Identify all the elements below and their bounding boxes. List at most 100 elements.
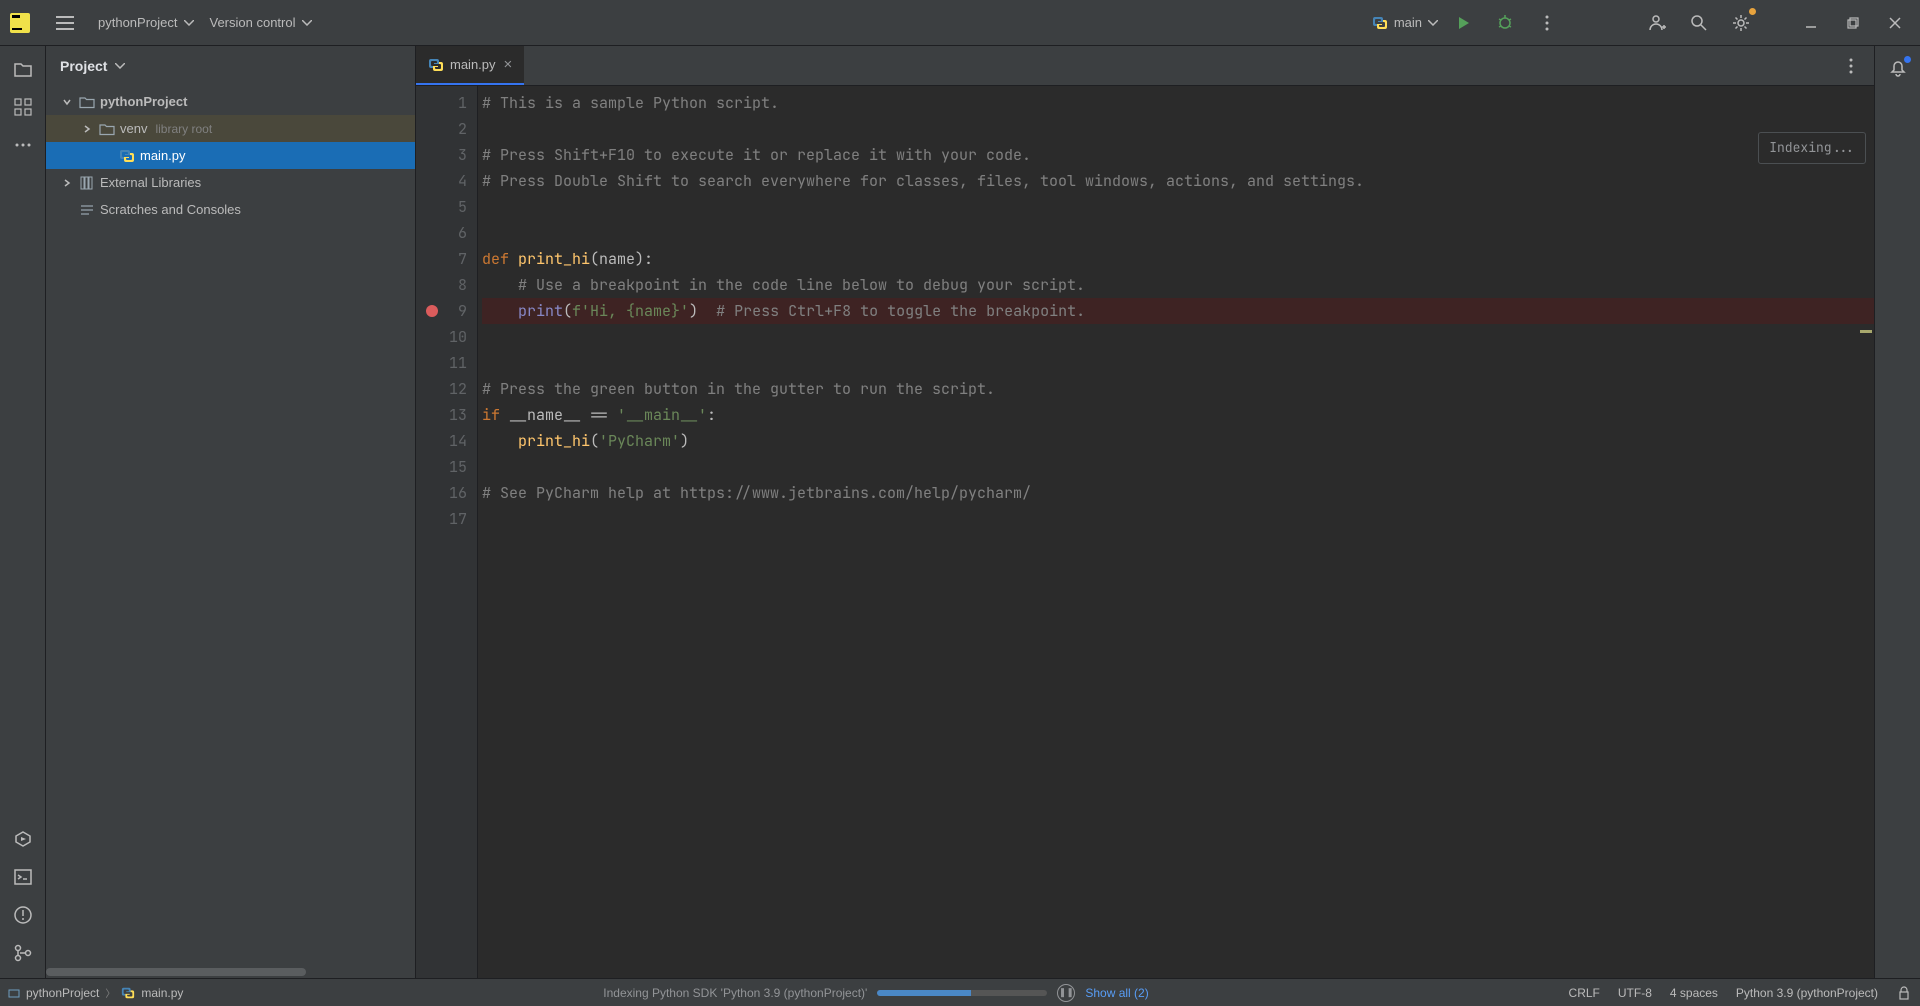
gutter[interactable]: 1234567891011121314151617 — [416, 86, 478, 978]
more-tools-button[interactable] — [6, 128, 40, 162]
project-name-label: pythonProject — [98, 15, 178, 30]
run-config-label: main — [1394, 15, 1422, 30]
project-panel-header[interactable]: Project — [46, 46, 415, 86]
code-line[interactable] — [482, 324, 1874, 350]
chevron-down-icon — [184, 20, 194, 26]
python-icon — [121, 986, 135, 1000]
indent-button[interactable]: 4 spaces — [1670, 986, 1718, 1000]
project-tree-scrollbar[interactable] — [46, 968, 415, 978]
gutter-line[interactable]: 7 — [416, 246, 477, 272]
code-line[interactable]: # Use a breakpoint in the code line belo… — [482, 272, 1874, 298]
structure-tool-button[interactable] — [6, 90, 40, 124]
project-tool-button[interactable] — [6, 52, 40, 86]
overview-ruler-marker[interactable] — [1860, 330, 1872, 333]
code-line[interactable]: # Press Double Shift to search everywher… — [482, 168, 1874, 194]
gutter-line[interactable]: 17 — [416, 506, 477, 532]
code-line[interactable]: print_hi('PyCharm') — [482, 428, 1874, 454]
code-line[interactable]: def print_hi(name): — [482, 246, 1874, 272]
run-config-dropdown[interactable]: main — [1372, 15, 1438, 31]
tree-item-main.py[interactable]: main.py — [46, 142, 415, 169]
editor-more-button[interactable] — [1834, 49, 1868, 83]
gutter-line[interactable]: 3 — [416, 142, 477, 168]
code-line[interactable]: # Press Shift+F10 to execute it or repla… — [482, 142, 1874, 168]
code-line[interactable] — [482, 194, 1874, 220]
code-line[interactable]: # Press the green button in the gutter t… — [482, 376, 1874, 402]
indexing-status-text: Indexing Python SDK 'Python 3.9 (pythonP… — [603, 986, 867, 1000]
chevron-down-icon — [1428, 20, 1438, 26]
tree-item-scratches-and-consoles[interactable]: Scratches and Consoles — [46, 196, 415, 223]
pause-indexing-button[interactable]: ❚❚ — [1057, 984, 1075, 1002]
tree-item-pythonproject[interactable]: pythonProject — [46, 88, 415, 115]
gutter-line[interactable]: 5 — [416, 194, 477, 220]
code-line[interactable] — [482, 454, 1874, 480]
breakpoint-icon[interactable] — [426, 305, 438, 317]
code-line[interactable]: # See PyCharm help at https://www.jetbra… — [482, 480, 1874, 506]
breadcrumb-file[interactable]: main.py — [141, 986, 183, 1000]
code-line[interactable]: if __name__ == '__main__': — [482, 402, 1874, 428]
run-button[interactable] — [1446, 6, 1480, 40]
gutter-line[interactable]: 15 — [416, 454, 477, 480]
code-line[interactable] — [482, 350, 1874, 376]
python-icon — [428, 57, 444, 73]
code-line[interactable] — [482, 116, 1874, 142]
progress-bar — [877, 990, 1047, 996]
chevron-down-icon — [115, 63, 125, 69]
gutter-line[interactable]: 1 — [416, 90, 477, 116]
gutter-line[interactable]: 16 — [416, 480, 477, 506]
indexing-badge: Indexing... — [1758, 132, 1866, 164]
interpreter-button[interactable]: Python 3.9 (pythonProject) — [1736, 986, 1878, 1000]
breadcrumb-project[interactable]: pythonProject — [26, 986, 99, 1000]
minimize-window-button[interactable] — [1794, 6, 1828, 40]
tree-item-venv[interactable]: venvlibrary root — [46, 115, 415, 142]
main-toolbar: pythonProject Version control main — [0, 0, 1920, 46]
main-menu-button[interactable] — [48, 6, 82, 40]
gutter-line[interactable]: 9 — [416, 298, 477, 324]
chevron-down-icon — [302, 20, 312, 26]
code-area[interactable]: # This is a sample Python script. # Press… — [478, 86, 1874, 978]
gutter-line[interactable]: 13 — [416, 402, 477, 428]
gutter-line[interactable]: 11 — [416, 350, 477, 376]
settings-update-dot-icon — [1749, 8, 1756, 15]
tree-item-external-libraries[interactable]: External Libraries — [46, 169, 415, 196]
terminal-tool-button[interactable] — [6, 860, 40, 894]
gutter-line[interactable]: 4 — [416, 168, 477, 194]
maximize-window-button[interactable] — [1836, 6, 1870, 40]
services-tool-button[interactable] — [6, 822, 40, 856]
python-icon — [1372, 15, 1388, 31]
project-panel: Project pythonProjectvenvlibrary rootmai… — [46, 46, 416, 978]
version-control-label: Version control — [210, 15, 296, 30]
project-panel-title: Project — [60, 58, 107, 74]
gutter-line[interactable]: 10 — [416, 324, 477, 350]
scrollbar-thumb[interactable] — [46, 968, 306, 976]
code-line[interactable] — [482, 220, 1874, 246]
code-line[interactable]: # This is a sample Python script. — [482, 90, 1874, 116]
more-actions-button[interactable] — [1530, 6, 1564, 40]
editor-tab-label: main.py — [450, 57, 496, 72]
editor-content[interactable]: 1234567891011121314151617 # This is a sa… — [416, 86, 1874, 978]
problems-tool-button[interactable] — [6, 898, 40, 932]
gutter-line[interactable]: 8 — [416, 272, 477, 298]
code-with-me-button[interactable] — [1640, 6, 1674, 40]
editor-tab-main[interactable]: main.py × — [416, 46, 524, 85]
settings-button[interactable] — [1724, 6, 1758, 40]
code-line[interactable]: print(f'Hi, {name}') # Press Ctrl+F8 to … — [482, 298, 1874, 324]
close-window-button[interactable] — [1878, 6, 1912, 40]
editor-area: main.py × 1234567891011121314151617 # Th… — [416, 46, 1874, 978]
gutter-line[interactable]: 2 — [416, 116, 477, 142]
notifications-button[interactable] — [1881, 52, 1915, 86]
project-name-dropdown[interactable]: pythonProject — [98, 15, 194, 30]
gutter-line[interactable]: 12 — [416, 376, 477, 402]
close-tab-button[interactable]: × — [504, 56, 513, 73]
show-all-link[interactable]: Show all (2) — [1085, 986, 1148, 1000]
lock-icon[interactable] — [1896, 985, 1912, 1001]
git-tool-button[interactable] — [6, 936, 40, 970]
debug-button[interactable] — [1488, 6, 1522, 40]
pycharm-logo-icon — [8, 11, 32, 35]
code-line[interactable] — [482, 506, 1874, 532]
gutter-line[interactable]: 14 — [416, 428, 477, 454]
version-control-dropdown[interactable]: Version control — [210, 15, 312, 30]
gutter-line[interactable]: 6 — [416, 220, 477, 246]
search-everywhere-button[interactable] — [1682, 6, 1716, 40]
encoding-button[interactable]: UTF-8 — [1618, 986, 1652, 1000]
line-separator-button[interactable]: CRLF — [1569, 986, 1600, 1000]
